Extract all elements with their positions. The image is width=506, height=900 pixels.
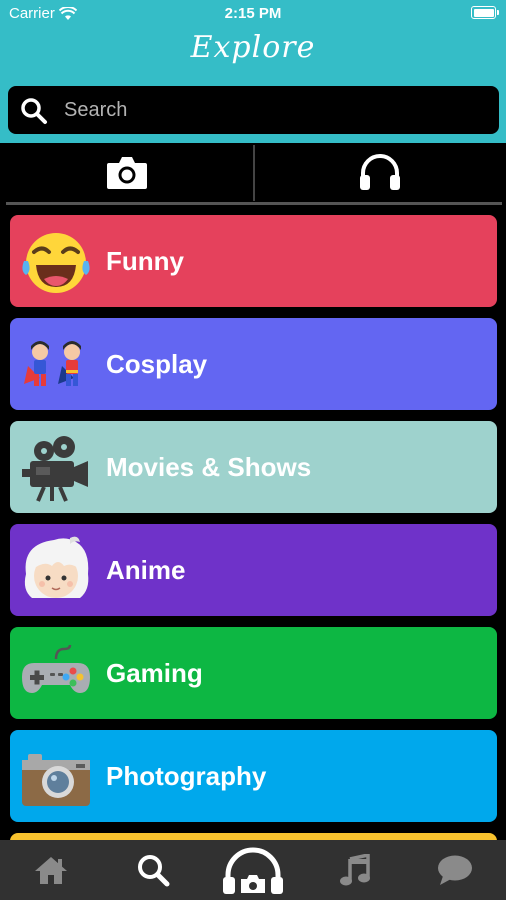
category-movies-shows[interactable]: Movies & Shows bbox=[10, 421, 497, 513]
category-label: Photography bbox=[106, 760, 267, 791]
page-title: Explore bbox=[190, 30, 316, 65]
search-input[interactable]: Search bbox=[64, 99, 127, 122]
headphones-camera-icon bbox=[223, 847, 283, 894]
search-icon bbox=[21, 98, 47, 124]
category-gaming[interactable]: Gaming bbox=[10, 627, 497, 719]
category-label: Movies & Shows bbox=[106, 451, 312, 482]
category-photography[interactable]: Photography bbox=[10, 730, 497, 822]
tabbar-listen-watch[interactable] bbox=[214, 840, 292, 900]
search-icon bbox=[138, 855, 170, 887]
search-bar[interactable]: Search bbox=[8, 86, 499, 134]
media-type-tabs bbox=[0, 143, 506, 205]
category-list: Funny Cosplay Movies & Shows Anime Gamin… bbox=[0, 205, 506, 840]
music-note-icon bbox=[340, 854, 370, 886]
superhero-couple-icon bbox=[24, 341, 81, 386]
tab-photos[interactable] bbox=[0, 143, 253, 201]
category-label: Funny bbox=[106, 245, 184, 276]
header: Carrier 2:15 PM Explore Search bbox=[0, 0, 506, 143]
tabbar-chat[interactable] bbox=[424, 840, 486, 900]
bottom-tab-bar bbox=[0, 840, 506, 900]
camera-icon bbox=[106, 157, 147, 189]
status-time: 2:15 PM bbox=[224, 5, 282, 22]
status-bar: Carrier 2:15 PM bbox=[0, 0, 506, 28]
category-label: Anime bbox=[106, 554, 186, 585]
tabbar-music[interactable] bbox=[324, 840, 386, 900]
game-controller-icon bbox=[22, 644, 90, 693]
laughing-emoji-icon bbox=[22, 233, 90, 293]
tab-audio[interactable] bbox=[253, 143, 506, 201]
category-label: Gaming bbox=[106, 657, 203, 688]
anime-face-icon bbox=[24, 536, 89, 598]
tabbar-home[interactable] bbox=[20, 840, 82, 900]
category-label: Cosplay bbox=[106, 348, 208, 379]
film-camera-icon bbox=[22, 436, 88, 502]
category-cosplay[interactable]: Cosplay bbox=[10, 318, 497, 410]
category-funny[interactable]: Funny bbox=[10, 215, 497, 307]
chat-bubble-icon bbox=[438, 855, 472, 885]
headphones-icon bbox=[359, 154, 400, 190]
photo-camera-icon bbox=[22, 754, 90, 806]
category-next[interactable] bbox=[10, 833, 497, 840]
tabbar-search[interactable] bbox=[122, 840, 184, 900]
home-icon bbox=[35, 857, 67, 884]
battery-icon bbox=[471, 6, 499, 19]
category-anime[interactable]: Anime bbox=[10, 524, 497, 616]
